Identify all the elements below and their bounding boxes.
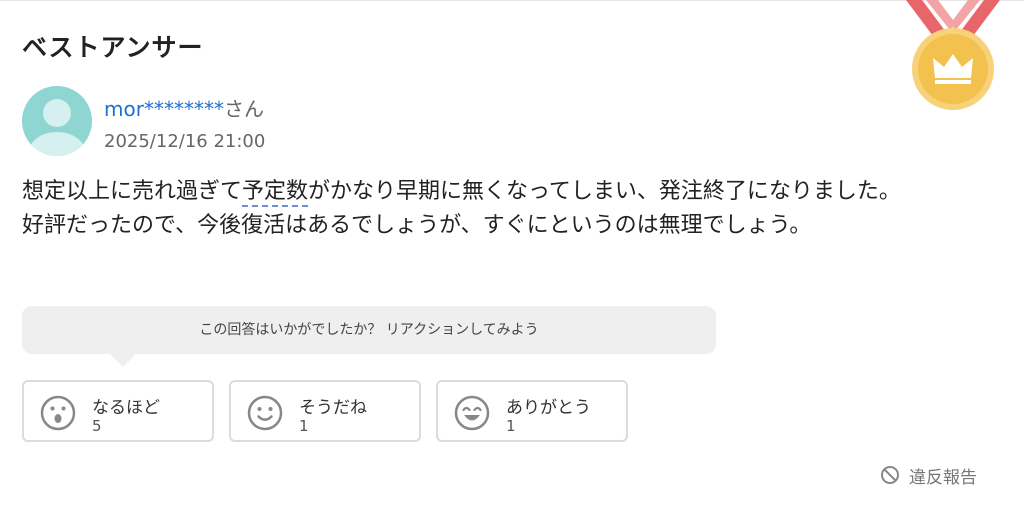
reaction-label: なるほど [92, 398, 160, 418]
prohibited-icon [881, 466, 899, 484]
reaction-prompt-text: この回答はいかがでしたか？ リアクションしてみよう [199, 322, 539, 338]
bubble-tail [110, 354, 136, 367]
top-divider [0, 0, 1024, 1]
answer-datetime: 2025/12/16 21:00 [104, 131, 266, 152]
avatar[interactable] [22, 86, 92, 156]
answer-text-line2: 好評だったので、今後復活はあるでしょうが、すぐにというのは無理でしょう。 [22, 213, 812, 238]
grin-face-icon [454, 395, 490, 431]
report-label: 違反報告 [909, 468, 977, 488]
best-answer-medal-icon [906, 0, 1000, 110]
answerer-username[interactable]: mor******** [104, 97, 224, 121]
answer-body: 想定以上に売れ過ぎて予定数がかなり早期に無くなってしまい、発注終了になりました。… [22, 175, 1002, 243]
answer-text-part2: がかなり早期に無くなってしまい、発注終了になりました。 [308, 179, 901, 204]
reaction-label: ありがとう [506, 398, 591, 418]
reaction-prompt-bubble: この回答はいかがでしたか？ リアクションしてみよう [22, 306, 716, 354]
answer-text-part1: 想定以上に売れ過ぎて [22, 179, 243, 204]
surprised-face-icon [40, 395, 76, 431]
reaction-label: そうだね [299, 398, 367, 418]
reaction-button-arigatou[interactable]: ありがとう 1 [436, 380, 628, 442]
reaction-button-soudane[interactable]: そうだね 1 [229, 380, 421, 442]
smile-face-icon [247, 395, 283, 431]
honorific: さん [223, 97, 264, 121]
section-title: ベストアンサー [22, 33, 204, 62]
answerer-name[interactable]: mor********さん [104, 93, 264, 122]
reaction-button-naruhodo[interactable]: なるほど 5 [22, 380, 214, 442]
keyword-link[interactable]: 予定数 [242, 179, 309, 207]
reaction-count: 1 [299, 417, 309, 435]
reaction-count: 1 [506, 417, 516, 435]
reaction-count: 5 [92, 417, 102, 435]
